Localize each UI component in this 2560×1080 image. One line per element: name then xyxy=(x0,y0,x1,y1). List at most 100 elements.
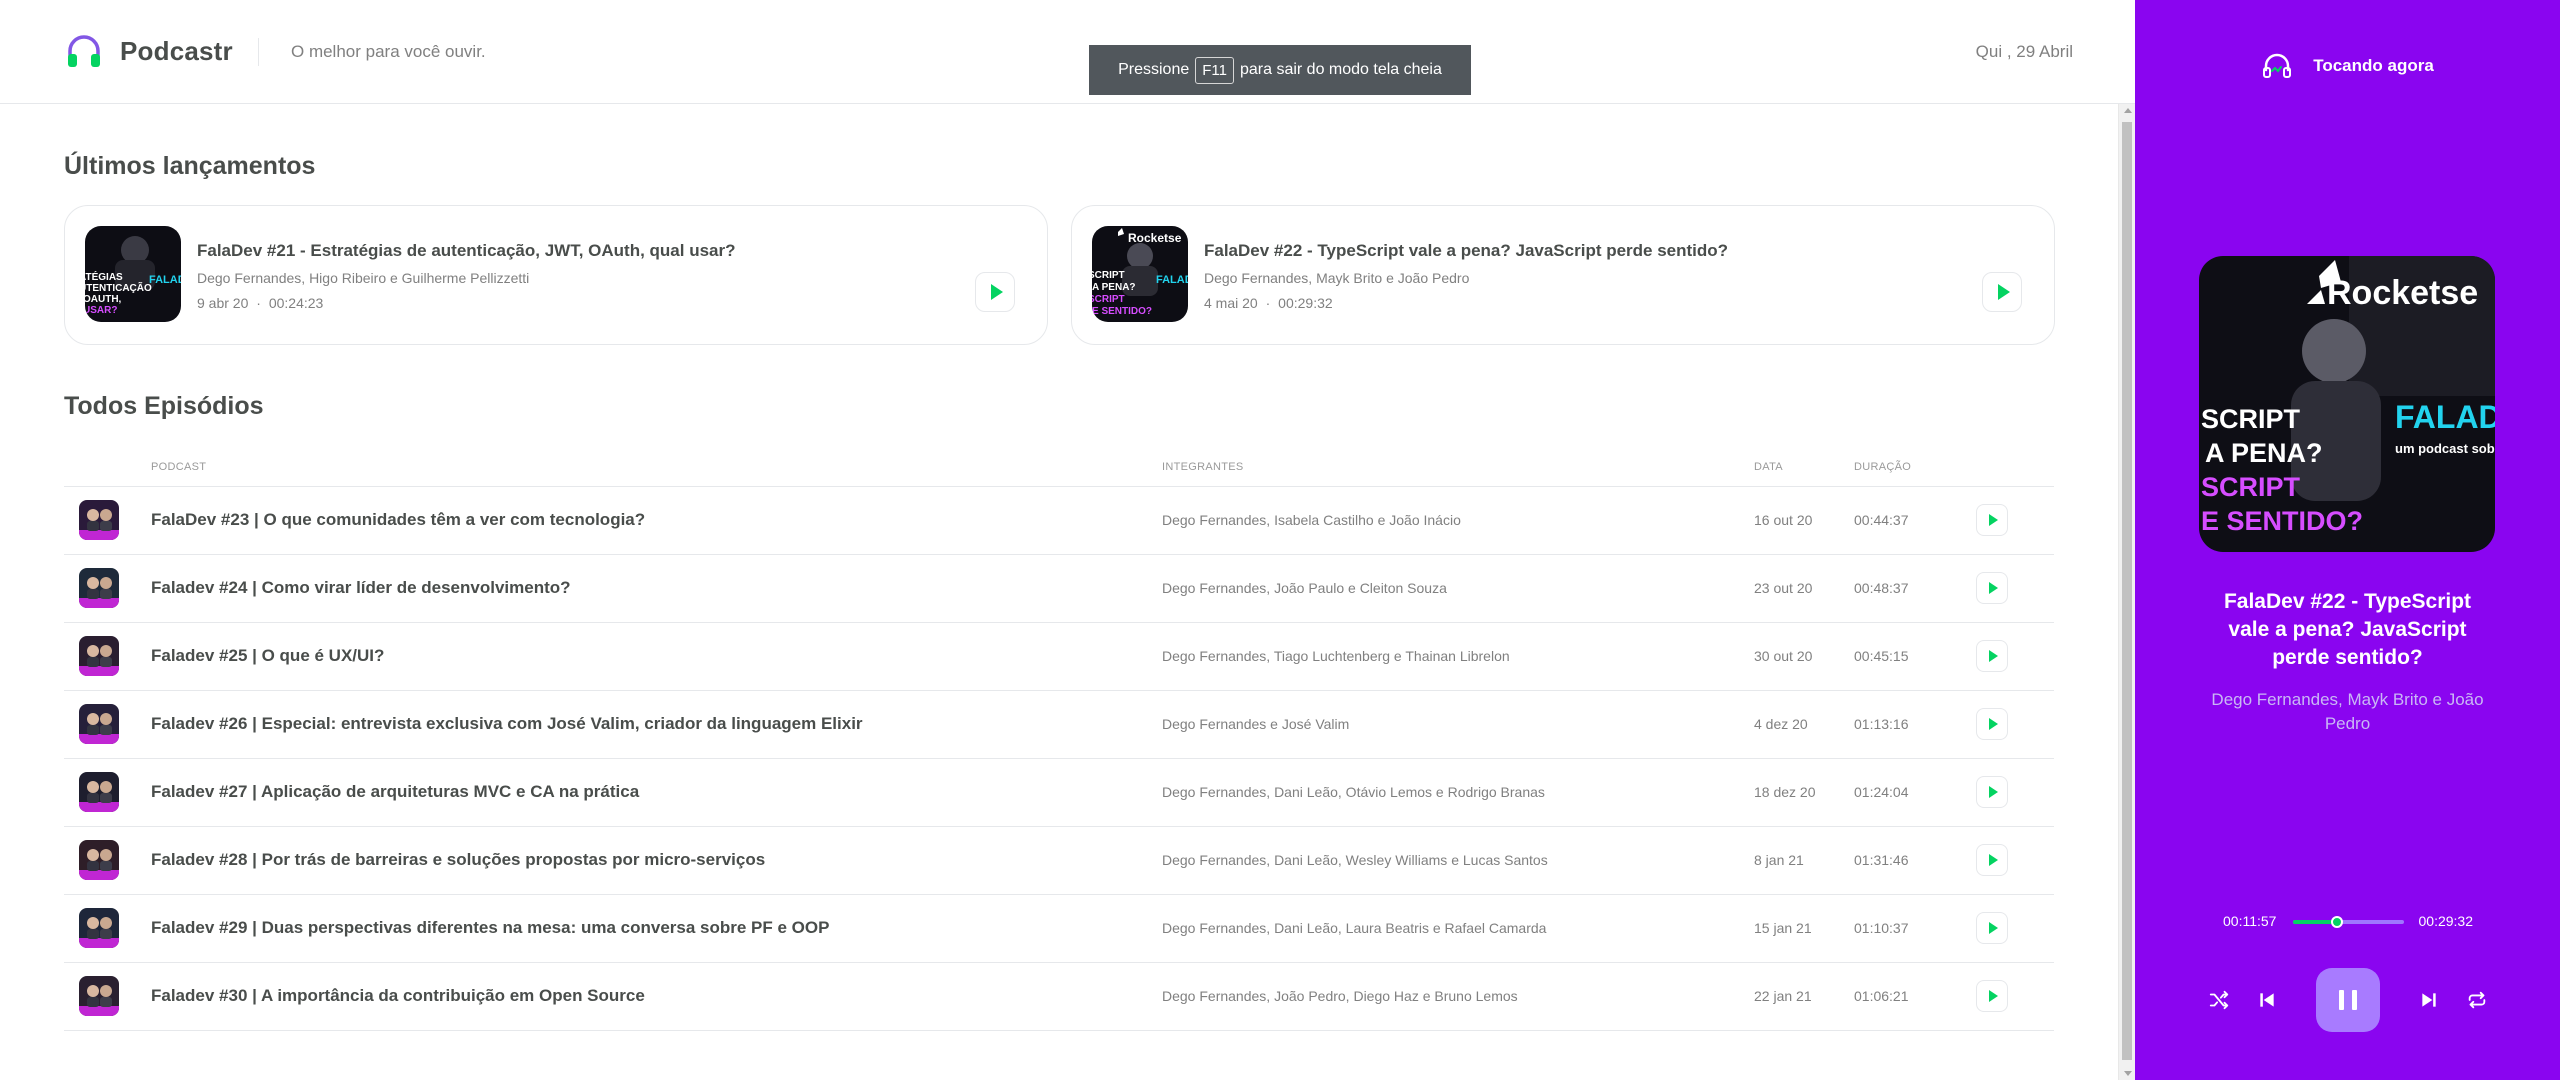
play-icon xyxy=(1988,514,1998,526)
play-episode-button[interactable] xyxy=(1976,844,2008,876)
episode-members: Dego Fernandes, Mayk Brito e João Pedro xyxy=(1204,270,1470,286)
thumb-line-4: USAR? xyxy=(85,305,117,316)
latest-episode-card[interactable]: Rocketse SCRIPT A PENA? SCRIPT E SENTIDO… xyxy=(1071,205,2055,345)
row-action-cell xyxy=(1976,486,2054,555)
headphones-icon xyxy=(2263,53,2292,78)
logo-text[interactable]: Podcastr xyxy=(120,36,233,67)
episode-thumbnail[interactable] xyxy=(79,568,119,608)
episode-date: 30 out 20 xyxy=(1754,622,1854,691)
header-divider xyxy=(258,38,259,66)
episode-date: 9 abr 20 xyxy=(197,295,249,311)
episode-thumbnail[interactable] xyxy=(79,908,119,948)
episode-duration: 01:13:16 xyxy=(1854,690,1976,759)
play-episode-button[interactable] xyxy=(1976,640,2008,672)
episode-thumbnail[interactable] xyxy=(79,636,119,676)
main-scrollbar[interactable] xyxy=(2118,104,2135,1080)
cover-logo-text: Rocketse xyxy=(2327,274,2478,312)
episode-duration: 01:31:46 xyxy=(1854,826,1976,895)
thumb-line-2: A PENA? xyxy=(1092,282,1136,293)
play-episode-button[interactable] xyxy=(1976,708,2008,740)
table-row[interactable]: Faladev #25 | O que é UX/UI? Dego Fernand… xyxy=(64,622,2054,691)
episode-title[interactable]: Faladev #25 | O que é UX/UI? xyxy=(151,622,1162,691)
episode-date: 22 jan 21 xyxy=(1754,962,1854,1031)
episode-title[interactable]: Faladev #26 | Especial: entrevista exclu… xyxy=(151,690,1162,759)
episode-members: Dego Fernandes, Dani Leão, Laura Beatris… xyxy=(1162,894,1754,963)
episode-title[interactable]: Faladev #30 | A importância da contribui… xyxy=(151,962,1162,1031)
table-row[interactable]: Faladev #24 | Como virar líder de desenv… xyxy=(64,554,2054,623)
repeat-button[interactable] xyxy=(2466,989,2488,1011)
play-episode-button[interactable] xyxy=(975,272,1015,312)
episode-date: 4 dez 20 xyxy=(1754,690,1854,759)
episode-members: Dego Fernandes, Higo Ribeiro e Guilherme… xyxy=(197,270,530,286)
episode-title[interactable]: FalaDev #22 - TypeScript vale a pena? Ja… xyxy=(1204,241,1728,261)
episode-meta: 4 mai 20 · 00:29:32 xyxy=(1204,295,1333,311)
scroll-down-icon[interactable] xyxy=(2124,1071,2132,1076)
app-header: Podcastr O melhor para você ouvir. Qui ,… xyxy=(0,0,2135,104)
headphones-logo-icon xyxy=(68,35,100,67)
table-row[interactable]: FalaDev #23 | O que comunidades têm a ve… xyxy=(64,486,2054,555)
shuffle-icon xyxy=(2209,990,2228,1010)
episode-thumbnail[interactable] xyxy=(79,704,119,744)
table-row[interactable]: Faladev #28 | Por trás de barreiras e so… xyxy=(64,826,2054,895)
cover-line-4: E SENTIDO? xyxy=(2201,506,2363,536)
episode-date: 8 jan 21 xyxy=(1754,826,1854,895)
episode-thumbnail[interactable] xyxy=(79,976,119,1016)
episode-date: 16 out 20 xyxy=(1754,486,1854,555)
episode-thumbnail[interactable]: Rocketse SCRIPT A PENA? SCRIPT E SENTIDO… xyxy=(1092,226,1188,322)
episode-title[interactable]: Faladev #27 | Aplicação de arquiteturas … xyxy=(151,758,1162,827)
col-members: Integrantes xyxy=(1162,448,1754,487)
table-row[interactable]: Faladev #30 | A importância da contribui… xyxy=(64,962,2054,1031)
next-button[interactable] xyxy=(2418,989,2440,1011)
episode-thumbnail[interactable]: ATÉGIAS UTENTICAÇÃO OAUTH, USAR? FALAD xyxy=(85,226,181,322)
play-episode-button[interactable] xyxy=(1976,912,2008,944)
table-row[interactable]: Faladev #27 | Aplicação de arquiteturas … xyxy=(64,758,2054,827)
episode-title[interactable]: Faladev #28 | Por trás de barreiras e so… xyxy=(151,826,1162,895)
previous-button[interactable] xyxy=(2256,989,2278,1011)
progress-slider[interactable] xyxy=(2293,916,2404,928)
episode-title[interactable]: FalaDev #21 - Estratégias de autenticaçã… xyxy=(197,241,736,261)
pause-button[interactable] xyxy=(2315,968,2380,1032)
table-row[interactable]: Faladev #29 | Duas perspectivas diferent… xyxy=(64,894,2054,963)
latest-releases-title: Últimos lançamentos xyxy=(64,152,316,180)
all-episodes-title: Todos Episódios xyxy=(64,392,264,420)
play-icon xyxy=(1988,786,1998,798)
episode-members: Dego Fernandes, Tiago Luchtenberg e Thai… xyxy=(1162,622,1754,691)
episode-duration: 00:24:23 xyxy=(268,295,324,311)
meta-separator: · xyxy=(1265,295,1271,311)
row-action-cell xyxy=(1976,554,2054,623)
episode-duration: 00:45:15 xyxy=(1854,622,1976,691)
play-episode-button[interactable] xyxy=(1976,980,2008,1012)
col-podcast: Podcast xyxy=(151,448,1162,487)
repeat-icon xyxy=(2468,991,2485,1009)
row-action-cell xyxy=(1976,894,2054,963)
episode-meta: 9 abr 20 · 00:24:23 xyxy=(197,295,323,311)
play-episode-button[interactable] xyxy=(1982,272,2022,312)
scroll-up-icon[interactable] xyxy=(2124,108,2132,113)
row-thumb-cell xyxy=(64,554,151,623)
play-episode-button[interactable] xyxy=(1976,504,2008,536)
episode-title[interactable]: Faladev #29 | Duas perspectivas diferent… xyxy=(151,894,1162,963)
col-duration: Duração xyxy=(1854,448,1976,487)
episode-thumbnail[interactable] xyxy=(79,500,119,540)
current-date: Qui , 29 Abril xyxy=(1975,42,2073,61)
episode-thumbnail[interactable] xyxy=(79,772,119,812)
play-episode-button[interactable] xyxy=(1976,776,2008,808)
player-panel: Tocando agora Rocketse SCRIPT A PENA? SC… xyxy=(2135,0,2560,1080)
latest-episode-card[interactable]: ATÉGIAS UTENTICAÇÃO OAUTH, USAR? FALAD F… xyxy=(64,205,1048,345)
player-episode-members: Dego Fernandes, Mayk Brito e João Pedro xyxy=(2211,690,2484,733)
episode-title[interactable]: FalaDev #23 | O que comunidades têm a ve… xyxy=(151,486,1162,555)
col-date: Data xyxy=(1754,448,1854,487)
shuffle-button[interactable] xyxy=(2208,989,2230,1011)
row-thumb-cell xyxy=(64,622,151,691)
episode-title[interactable]: Faladev #24 | Como virar líder de desenv… xyxy=(151,554,1162,623)
progress-handle[interactable] xyxy=(2331,916,2344,928)
scroll-thumb[interactable] xyxy=(2122,122,2132,1060)
cover-brand: FALAD xyxy=(2395,399,2495,435)
play-episode-button[interactable] xyxy=(1976,572,2008,604)
row-thumb-cell xyxy=(64,894,151,963)
episode-thumbnail[interactable] xyxy=(79,840,119,880)
episode-duration: 00:29:32 xyxy=(1278,295,1333,311)
row-thumb-cell xyxy=(64,826,151,895)
play-icon xyxy=(1988,990,1998,1002)
table-row[interactable]: Faladev #26 | Especial: entrevista exclu… xyxy=(64,690,2054,759)
